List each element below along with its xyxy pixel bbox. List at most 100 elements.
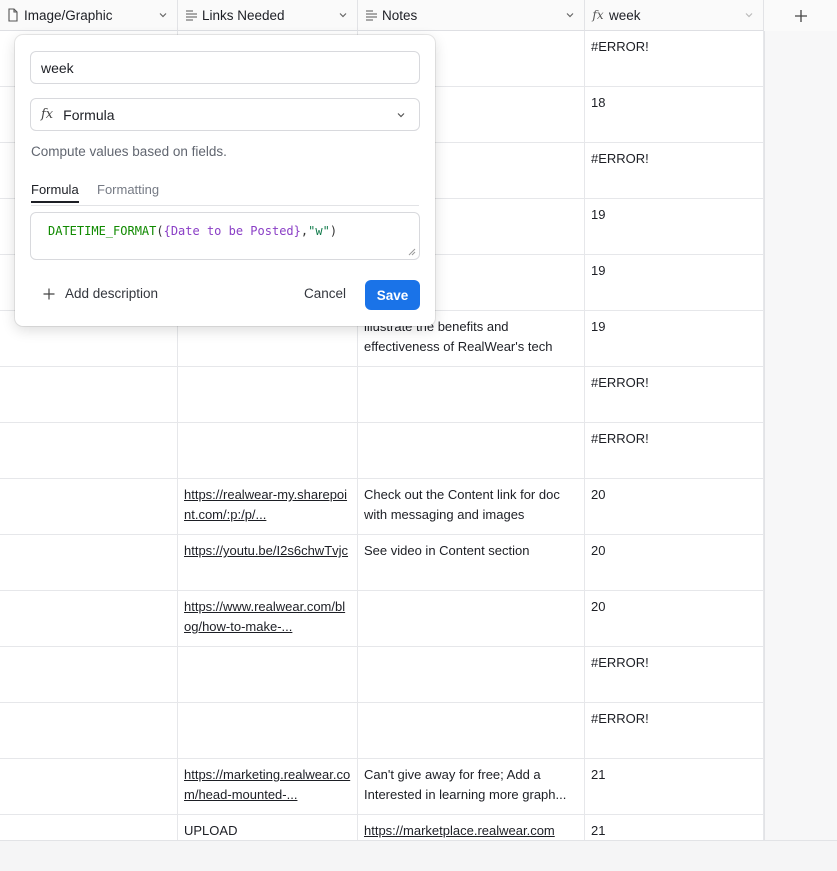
cell-week[interactable]: #ERROR!	[585, 367, 764, 423]
cell-text: 19	[591, 207, 606, 222]
add-description-button[interactable]: Add description	[43, 286, 158, 301]
cell-text: Can't give away for free; Add a Interest…	[364, 767, 567, 802]
cell-notes[interactable]	[358, 423, 585, 479]
cell-link[interactable]: https://marketing.realwear.com/head-moun…	[184, 767, 350, 802]
cell-text: UPLOAD	[184, 823, 238, 838]
cell-text: See video in Content section	[364, 543, 530, 558]
long-text-icon	[184, 8, 198, 22]
cell-week[interactable]: #ERROR!	[585, 31, 764, 87]
field-type-select[interactable]: fx Formula	[30, 98, 420, 131]
cell-text: #ERROR!	[591, 39, 649, 54]
cell-week[interactable]: 19	[585, 199, 764, 255]
cell-notes[interactable]	[358, 647, 585, 703]
cell-text: #ERROR!	[591, 711, 649, 726]
cell-link[interactable]: https://www.realwear.com/blog/how-to-mak…	[184, 599, 345, 634]
cell-links-needed[interactable]: https://realwear-my.sharepoint.com/:p:/p…	[178, 479, 358, 535]
grid-footer	[0, 840, 837, 871]
cell-link[interactable]: https://youtu.be/I2s6chwTvjc	[184, 543, 348, 558]
cell-text: #ERROR!	[591, 655, 649, 670]
chevron-down-icon[interactable]	[337, 9, 349, 21]
cell-notes[interactable]	[358, 367, 585, 423]
cell-notes[interactable]	[358, 703, 585, 759]
formula-paren: (	[156, 224, 164, 238]
cell-links-needed[interactable]	[178, 647, 358, 703]
cell-links-needed[interactable]: https://marketing.realwear.com/head-moun…	[178, 759, 358, 815]
cell-text: #ERROR!	[591, 151, 649, 166]
formula-icon: fx	[592, 8, 604, 22]
tab-formatting[interactable]: Formatting	[97, 182, 159, 197]
field-name-value: week	[41, 59, 74, 76]
cell-text: 19	[591, 319, 606, 334]
column-header-notes[interactable]: Notes	[358, 0, 585, 31]
plus-icon	[43, 288, 55, 299]
cell-text: #ERROR!	[591, 431, 649, 446]
cell-links-needed[interactable]: https://youtu.be/I2s6chwTvjc	[178, 535, 358, 591]
column-label: week	[609, 7, 641, 23]
cell-text: 19	[591, 263, 606, 278]
chevron-down-icon	[397, 113, 405, 118]
cell-links-needed[interactable]	[178, 423, 358, 479]
field-type-hint: Compute values based on fields.	[31, 144, 227, 159]
save-button[interactable]: Save	[365, 280, 420, 310]
cell-links-needed[interactable]	[178, 367, 358, 423]
cell-image-graphic[interactable]	[0, 423, 178, 479]
column-label: Links Needed	[202, 7, 285, 23]
cell-links-needed[interactable]: https://www.realwear.com/blog/how-to-mak…	[178, 591, 358, 647]
chevron-down-icon[interactable]	[564, 9, 576, 21]
cell-week[interactable]: 19	[585, 311, 764, 367]
long-text-icon	[364, 8, 378, 22]
formula-editor[interactable]: DATETIME_FORMAT({Date to be Posted},"w")	[30, 212, 420, 260]
tab-formula[interactable]: Formula	[31, 182, 79, 203]
cell-week[interactable]: #ERROR!	[585, 647, 764, 703]
column-header-image-graphic[interactable]: Image/Graphic	[0, 0, 178, 31]
cell-text: 21	[591, 823, 606, 838]
cell-link[interactable]: https://marketplace.realwear.com	[364, 823, 555, 838]
cell-notes[interactable]: Check out the Content link for doc with …	[358, 479, 585, 535]
cell-image-graphic[interactable]	[0, 535, 178, 591]
field-config-popover: week fx Formula Compute values based on …	[15, 35, 435, 326]
cell-week[interactable]: 21	[585, 759, 764, 815]
add-description-label: Add description	[65, 286, 159, 301]
cell-week[interactable]: #ERROR!	[585, 703, 764, 759]
cell-notes[interactable]: See video in Content section	[358, 535, 585, 591]
chevron-down-icon[interactable]	[743, 9, 755, 21]
cell-week[interactable]: 20	[585, 591, 764, 647]
cell-image-graphic[interactable]	[0, 367, 178, 423]
cell-text: Check out the Content link for doc with …	[364, 487, 560, 522]
field-type-value: Formula	[63, 106, 115, 123]
resize-handle-icon[interactable]	[408, 248, 416, 256]
cell-text: 18	[591, 95, 606, 110]
cell-week[interactable]: #ERROR!	[585, 143, 764, 199]
cell-week[interactable]: #ERROR!	[585, 423, 764, 479]
cell-week[interactable]: 20	[585, 535, 764, 591]
empty-gutter	[764, 31, 837, 840]
cell-image-graphic[interactable]	[0, 647, 178, 703]
column-header-week[interactable]: fx week	[585, 0, 764, 31]
cell-links-needed[interactable]	[178, 703, 358, 759]
cell-image-graphic[interactable]	[0, 479, 178, 535]
cell-week[interactable]: 19	[585, 255, 764, 311]
formula-icon: fx	[41, 107, 54, 122]
column-label: Notes	[382, 7, 418, 23]
cell-text: 20	[591, 487, 606, 502]
formula-function: DATETIME_FORMAT	[48, 224, 157, 238]
plus-icon	[794, 9, 807, 22]
field-name-input[interactable]: week	[30, 51, 420, 84]
cell-link[interactable]: https://realwear-my.sharepoint.com/:p:/p…	[184, 487, 347, 522]
cell-notes[interactable]	[358, 591, 585, 647]
cell-image-graphic[interactable]	[0, 759, 178, 815]
cell-image-graphic[interactable]	[0, 591, 178, 647]
add-column-button[interactable]	[764, 0, 837, 32]
column-header-links-needed[interactable]: Links Needed	[178, 0, 358, 31]
cancel-button[interactable]: Cancel	[304, 286, 346, 301]
formula-paren: )	[329, 224, 338, 238]
cell-image-graphic[interactable]	[0, 703, 178, 759]
formula-field-ref: {Date to be Posted}	[163, 224, 301, 238]
document-icon	[6, 8, 20, 22]
cell-week[interactable]: 20	[585, 479, 764, 535]
chevron-down-icon[interactable]	[157, 9, 169, 21]
cell-week[interactable]: 18	[585, 87, 764, 143]
cell-notes[interactable]: Can't give away for free; Add a Interest…	[358, 759, 585, 815]
cell-text: 20	[591, 543, 606, 558]
column-label: Image/Graphic	[24, 7, 113, 23]
